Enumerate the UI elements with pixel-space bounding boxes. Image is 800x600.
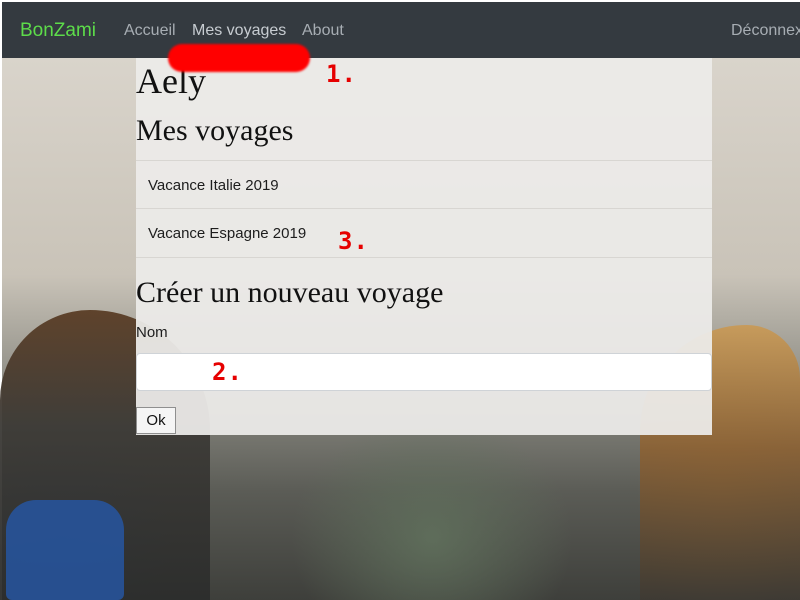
redaction-mark: [168, 44, 310, 72]
annotation-3: 3.: [338, 227, 369, 255]
annotation-1: 1.: [326, 60, 357, 88]
trips-section-title: Mes voyages: [136, 114, 294, 147]
create-trip-title: Créer un nouveau voyage: [136, 276, 444, 309]
trip-list: Vacance Italie 2019 Vacance Espagne 2019: [136, 160, 712, 258]
trip-item[interactable]: Vacance Italie 2019: [136, 160, 712, 208]
ok-button[interactable]: Ok: [136, 407, 176, 434]
background-backpack: [6, 500, 124, 600]
annotation-2: 2.: [212, 358, 243, 386]
brand-logo[interactable]: BonZami: [20, 20, 96, 42]
name-field-label: Nom: [136, 324, 168, 341]
nav-link-logout[interactable]: Déconnex: [731, 22, 800, 40]
nav-link-mes-voyages[interactable]: Mes voyages: [192, 22, 286, 40]
navbar: BonZami Accueil Mes voyages About Déconn…: [0, 0, 800, 58]
nav-link-about[interactable]: About: [302, 22, 344, 40]
trip-item[interactable]: Vacance Espagne 2019: [136, 208, 712, 258]
nav-link-accueil[interactable]: Accueil: [124, 22, 176, 40]
